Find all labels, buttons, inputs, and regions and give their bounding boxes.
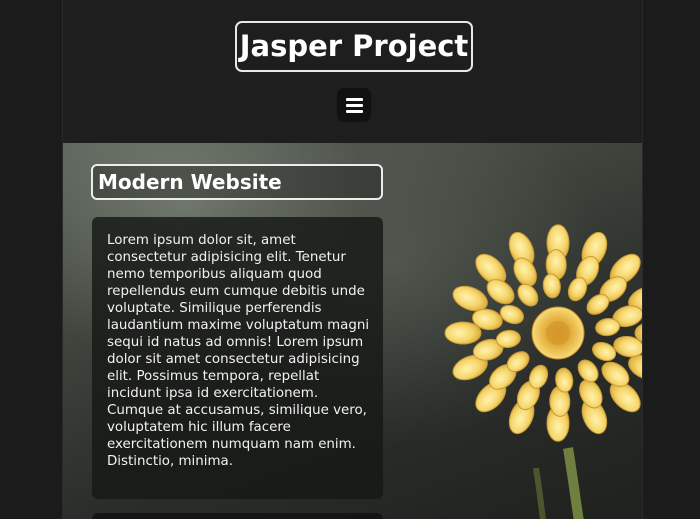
menu-toggle-button[interactable] <box>337 88 371 122</box>
hero-section: Modern Website Lorem ipsum dolor sit, am… <box>63 143 642 519</box>
flower-petal <box>577 359 599 383</box>
page-container: Jasper Project Modern Website Lorem ipsu… <box>62 0 643 519</box>
flower-image <box>444 224 642 519</box>
site-header: Jasper Project <box>63 0 642 143</box>
flower-petal <box>444 321 482 345</box>
flower-petal <box>517 283 539 307</box>
site-title[interactable]: Jasper Project <box>235 21 473 72</box>
body-text: Lorem ipsum dolor sit, amet consectetur … <box>107 233 370 469</box>
next-card <box>92 513 383 519</box>
section-title: Modern Website <box>91 164 383 200</box>
text-card: Lorem ipsum dolor sit, amet consectetur … <box>92 217 383 499</box>
